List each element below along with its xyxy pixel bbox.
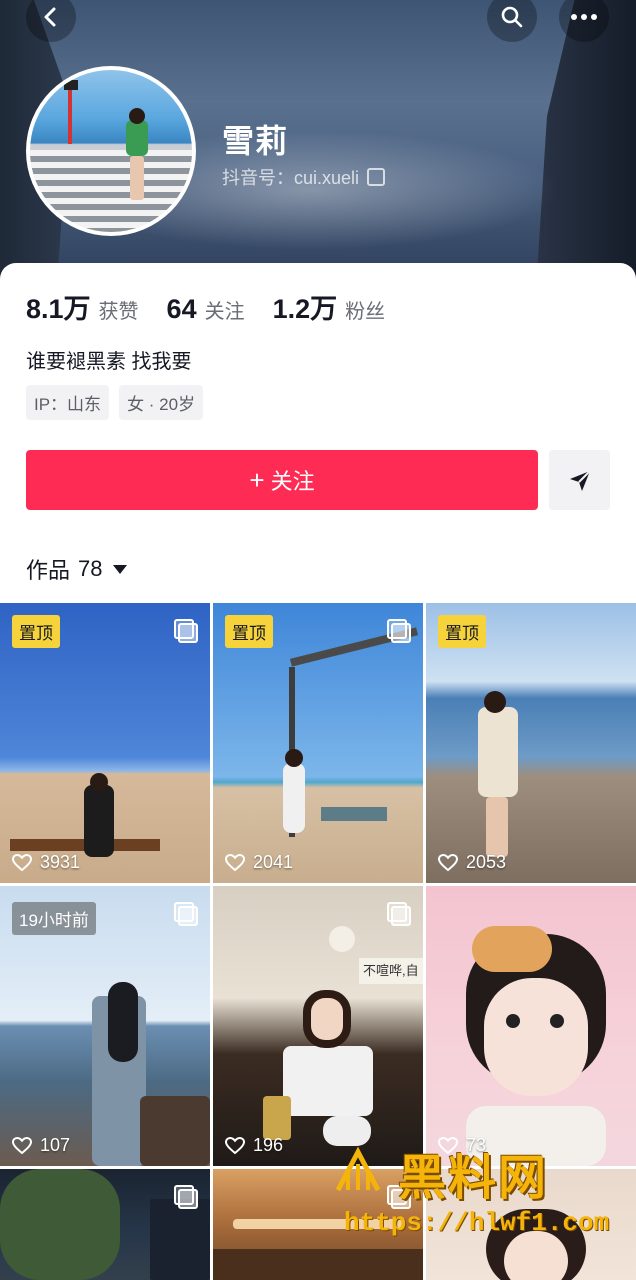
share-button[interactable] [549, 450, 610, 510]
likes-count: 107 [12, 1135, 70, 1156]
cliff-right [536, 0, 636, 290]
heart-icon [12, 1136, 32, 1154]
avatar-image [30, 70, 192, 232]
works-label: 作品 [26, 558, 71, 583]
profile-name: 雪莉 [222, 123, 289, 159]
watermark-title: 黑料网 [398, 1152, 549, 1205]
video-thumbnail[interactable]: 不喧哗,自 196 [213, 886, 423, 1166]
video-thumbnail[interactable]: 置顶 2053 [426, 603, 636, 883]
multi-image-icon [174, 619, 198, 643]
stats-row: 8.1万 获赞 64 关注 1.2万 粉丝 [26, 287, 413, 326]
stat-label: 关注 [204, 301, 245, 323]
avatar[interactable] [26, 66, 196, 236]
stat-likes: 8.1万 获赞 [26, 287, 139, 326]
follow-label: 关注 [270, 469, 315, 494]
heart-icon [12, 853, 32, 871]
search-icon [501, 6, 523, 28]
copy-icon[interactable] [367, 168, 386, 186]
video-thumbnail[interactable]: 19小时前 107 [0, 886, 210, 1166]
stat-following[interactable]: 64 关注 [167, 294, 245, 325]
stat-followers[interactable]: 1.2万 粉丝 [273, 287, 386, 326]
stat-label: 获赞 [98, 301, 139, 323]
stat-number: 64 [166, 294, 197, 324]
likes-number: 2053 [466, 852, 507, 872]
likes-number: 2041 [253, 852, 294, 872]
time-badge: 19小时前 [12, 902, 96, 935]
multi-image-icon [387, 619, 411, 643]
profile-bio: 谁要褪黑素 找我要 [26, 351, 192, 373]
watermark-url: https://hlwf1.com [344, 1208, 610, 1238]
follow-button[interactable]: + 关注 [26, 450, 538, 510]
multi-image-icon [174, 902, 198, 926]
likes-count: 2041 [225, 852, 293, 873]
likes-number: 196 [253, 1135, 284, 1155]
pinned-badge: 置顶 [12, 615, 60, 648]
douyin-id[interactable]: 抖音号：cui.xueli [222, 164, 386, 190]
multi-image-icon [174, 1185, 198, 1209]
profile-tags: IP：山东 女 · 20岁 [26, 385, 204, 420]
likes-count: 3931 [12, 852, 80, 873]
tag-ip: IP：山东 [26, 385, 110, 420]
heart-icon [438, 853, 458, 871]
likes-number: 3931 [40, 852, 81, 872]
profile-card: 8.1万 获赞 64 关注 1.2万 粉丝 谁要褪黑素 找我要 IP：山东 女 … [0, 263, 636, 1280]
chevron-left-icon [44, 7, 56, 27]
restaurant-sign: 不喧哗,自 [359, 958, 423, 984]
caret-down-icon [112, 564, 127, 574]
pinned-badge: 置顶 [438, 615, 486, 648]
multi-image-icon [387, 902, 411, 926]
watermark-logo-icon [335, 1146, 381, 1192]
heart-icon [225, 1136, 245, 1154]
video-thumbnail[interactable]: 73 [426, 886, 636, 1166]
likes-count: 2053 [438, 852, 506, 873]
more-icon [571, 14, 597, 20]
stat-number: 8.1万 [26, 294, 91, 324]
video-thumbnail[interactable] [0, 1169, 210, 1280]
likes-count: 196 [225, 1135, 283, 1156]
plus-icon: + [249, 464, 265, 495]
send-icon [569, 470, 591, 491]
stat-label: 粉丝 [345, 301, 386, 323]
works-count: 78 [78, 556, 103, 581]
video-thumbnail[interactable]: 置顶 3931 [0, 603, 210, 883]
likes-number: 107 [40, 1135, 71, 1155]
tag-gender-age: 女 · 20岁 [119, 385, 204, 420]
heart-icon [225, 853, 245, 871]
douyin-id-text: 抖音号：cui.xueli [222, 168, 360, 188]
works-tab[interactable]: 作品 78 [26, 553, 127, 585]
stat-number: 1.2万 [272, 294, 338, 324]
pinned-badge: 置顶 [225, 615, 273, 648]
watermark: 黑料网 https://hlwf1.com [330, 1138, 636, 1280]
video-thumbnail[interactable]: 置顶 2041 [213, 603, 423, 883]
